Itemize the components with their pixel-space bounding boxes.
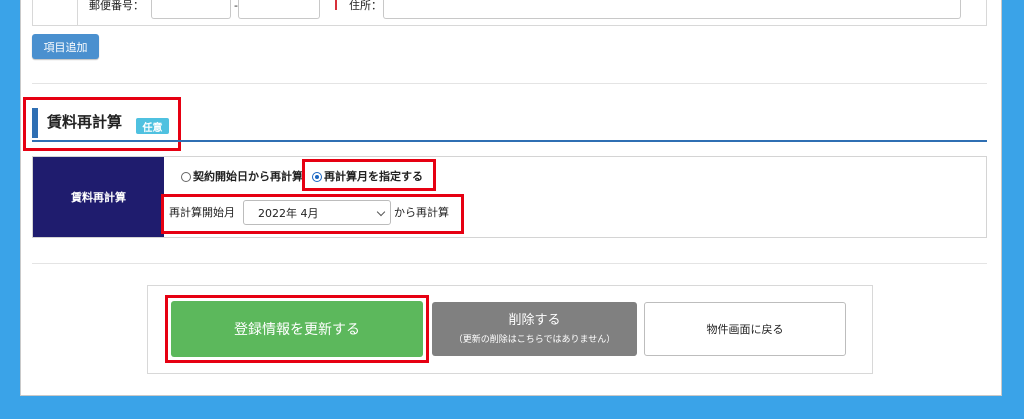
radio-specify-month[interactable]: 再計算月を指定する	[312, 170, 423, 183]
chevron-down-icon	[376, 207, 386, 217]
postal-code-input-1[interactable]	[151, 0, 231, 19]
delete-button[interactable]: 削除する （更新の削除はこちらではありません）	[432, 302, 637, 356]
address-row: 郵便番号： - 住所：	[32, 0, 987, 26]
required-marker	[335, 0, 337, 10]
divider	[32, 263, 987, 264]
add-item-button[interactable]: 項目追加	[32, 34, 99, 59]
radio-contract-start-label: 契約開始日から再計算	[193, 170, 303, 183]
section-title: 賃料再計算	[47, 113, 123, 131]
address-label: 住所：	[349, 0, 382, 12]
delete-button-note: （更新の削除はこちらではありません）	[453, 334, 616, 345]
radio-contract-start[interactable]: 契約開始日から再計算	[181, 170, 303, 183]
radio-button-icon[interactable]	[181, 171, 191, 182]
section-title-bar	[32, 108, 38, 138]
radio-specify-month-label: 再計算月を指定する	[324, 170, 423, 183]
recalc-month-suffix: から再計算	[394, 206, 449, 219]
postal-code-label: 郵便番号：	[89, 0, 144, 12]
postal-code-input-2[interactable]	[238, 0, 320, 19]
rent-recalc-header-cell: 賃料再計算	[33, 157, 164, 237]
delete-button-label: 削除する	[508, 312, 561, 328]
update-button[interactable]: 登録情報を更新する	[171, 301, 423, 357]
section-rule	[32, 140, 987, 142]
address-input[interactable]	[383, 0, 961, 19]
divider	[32, 83, 987, 84]
radio-button-selected-icon[interactable]	[312, 171, 322, 182]
back-to-property-button[interactable]: 物件画面に戻る	[644, 302, 846, 356]
recalc-start-month-select[interactable]: 2022年 4月	[243, 200, 391, 225]
address-row-header-cell	[33, 0, 78, 25]
recalc-start-month-value: 2022年 4月	[258, 206, 319, 220]
optional-badge: 任意	[136, 118, 169, 134]
recalc-start-month-label: 再計算開始月	[169, 206, 235, 219]
